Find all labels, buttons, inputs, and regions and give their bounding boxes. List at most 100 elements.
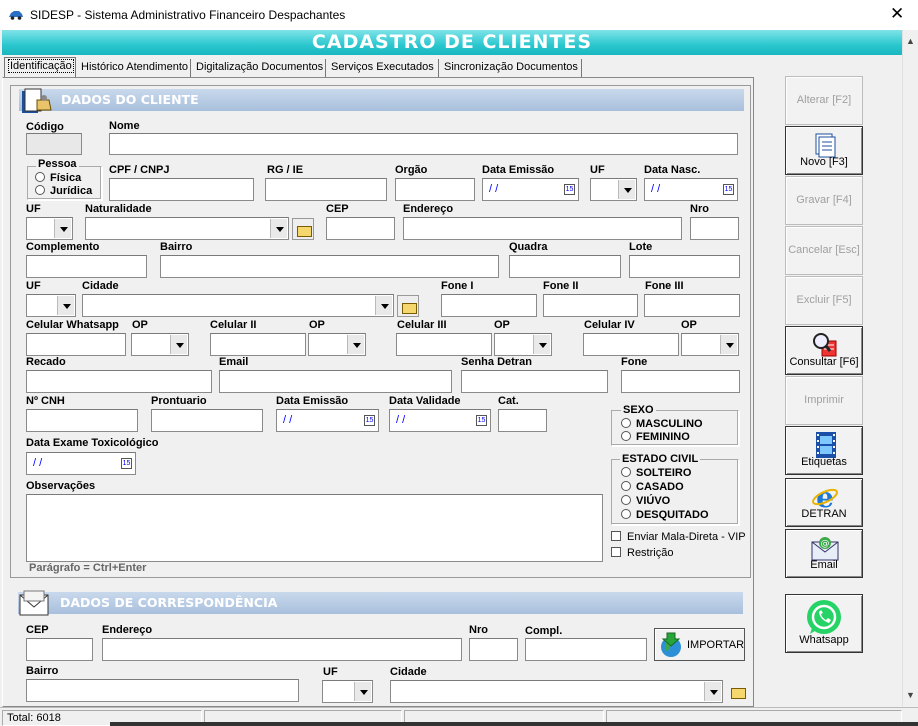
endereco-corresp-field[interactable] bbox=[102, 638, 462, 661]
nro-corresp-field[interactable] bbox=[469, 638, 518, 661]
fone3-field[interactable] bbox=[644, 294, 740, 317]
chevron-down-icon[interactable] bbox=[347, 335, 364, 354]
data-nasc-field[interactable]: / / 15 bbox=[644, 178, 738, 201]
quadra-field[interactable] bbox=[509, 255, 621, 278]
etiquetas-button[interactable]: Etiquetas bbox=[785, 426, 863, 475]
data-validade-field[interactable]: / / 15 bbox=[389, 409, 491, 432]
observacoes-textarea[interactable] bbox=[26, 494, 603, 562]
radio-casado[interactable]: CASADO bbox=[621, 481, 684, 493]
calendar-icon[interactable]: 15 bbox=[564, 184, 575, 195]
fone2-field[interactable] bbox=[543, 294, 638, 317]
chevron-down-icon[interactable] bbox=[54, 219, 71, 238]
close-icon[interactable]: ✕ bbox=[890, 4, 904, 24]
recado-field[interactable] bbox=[26, 370, 212, 393]
chevron-down-icon[interactable] bbox=[170, 335, 187, 354]
naturalidade-select[interactable] bbox=[85, 217, 289, 240]
orgao-field[interactable] bbox=[395, 178, 475, 201]
op3-select[interactable] bbox=[494, 333, 552, 356]
cidade-corresp-select[interactable] bbox=[390, 680, 723, 703]
bairro-corresp-field[interactable] bbox=[26, 679, 299, 702]
chevron-down-icon[interactable] bbox=[354, 682, 371, 701]
uf-corresp-select[interactable] bbox=[322, 680, 373, 703]
gravar-button[interactable]: Gravar [F4] bbox=[785, 176, 863, 225]
tab-identificacao[interactable]: Identificação bbox=[4, 57, 76, 77]
fone1-field[interactable] bbox=[441, 294, 537, 317]
senha-detran-field[interactable] bbox=[461, 370, 608, 393]
alterar-button[interactable]: Alterar [F2] bbox=[785, 76, 863, 125]
uf-cidade-select[interactable] bbox=[26, 294, 76, 317]
importar-button[interactable]: IMPORTAR bbox=[654, 628, 745, 661]
chevron-down-icon[interactable] bbox=[704, 682, 721, 701]
cel2-field[interactable] bbox=[210, 333, 306, 356]
cat-field[interactable] bbox=[498, 409, 547, 432]
chevron-down-icon[interactable] bbox=[533, 335, 550, 354]
radio-viuvo[interactable]: VIÚVO bbox=[621, 495, 670, 507]
chevron-down-icon[interactable] bbox=[375, 296, 392, 315]
chevron-down-icon[interactable] bbox=[57, 296, 74, 315]
cel-whats-field[interactable] bbox=[26, 333, 126, 356]
tab-historico[interactable]: Histórico Atendimento bbox=[78, 59, 191, 77]
folder-icon[interactable] bbox=[397, 295, 419, 317]
cel4-field[interactable] bbox=[583, 333, 679, 356]
radio-feminino[interactable]: FEMININO bbox=[621, 431, 690, 443]
chevron-down-icon[interactable] bbox=[720, 335, 737, 354]
radio-fisica[interactable]: Física bbox=[35, 172, 81, 184]
op4-select[interactable] bbox=[681, 333, 739, 356]
cancelar-button[interactable]: Cancelar [Esc] bbox=[785, 226, 863, 275]
tab-sincronizacao[interactable]: Sincronização Documentos bbox=[441, 59, 582, 77]
bairro-field[interactable] bbox=[160, 255, 499, 278]
radio-solteiro[interactable]: SOLTEIRO bbox=[621, 467, 691, 479]
date-mask: / / bbox=[33, 457, 43, 469]
calendar-icon[interactable]: 15 bbox=[723, 184, 734, 195]
uf-nat-select[interactable] bbox=[26, 217, 73, 240]
button-label: Imprimir bbox=[804, 394, 844, 406]
fone-field[interactable] bbox=[621, 370, 740, 393]
detran-button[interactable]: e DETRAN bbox=[785, 478, 863, 527]
endereco-field[interactable] bbox=[403, 217, 682, 240]
calendar-icon[interactable]: 15 bbox=[364, 415, 375, 426]
calendar-icon[interactable]: 15 bbox=[476, 415, 487, 426]
op1-select[interactable] bbox=[131, 333, 189, 356]
data-emissao-field[interactable]: / / 15 bbox=[482, 178, 579, 201]
label-toxico: Data Exame Toxicológico bbox=[26, 437, 159, 449]
prontuario-field[interactable] bbox=[151, 409, 263, 432]
nro-field[interactable] bbox=[690, 217, 739, 240]
uf-select[interactable] bbox=[590, 178, 637, 201]
cep-corresp-field[interactable] bbox=[26, 638, 93, 661]
radio-juridica[interactable]: Jurídica bbox=[35, 185, 92, 197]
scroll-up-icon[interactable]: ▲ bbox=[906, 36, 915, 46]
imprimir-button[interactable]: Imprimir bbox=[785, 376, 863, 425]
cel3-field[interactable] bbox=[396, 333, 492, 356]
email-field[interactable] bbox=[219, 370, 452, 393]
folder-icon[interactable] bbox=[727, 681, 749, 703]
cpf-field[interactable] bbox=[109, 178, 254, 201]
excluir-button[interactable]: Excluir [F5] bbox=[785, 276, 863, 325]
radio-masculino[interactable]: MASCULINO bbox=[621, 418, 703, 430]
chevron-down-icon[interactable] bbox=[618, 180, 635, 199]
data-emissao-cnh-field[interactable]: / / 15 bbox=[276, 409, 379, 432]
cep-field[interactable] bbox=[326, 217, 395, 240]
tab-servicos[interactable]: Serviços Executados bbox=[328, 59, 439, 77]
complemento-field[interactable] bbox=[26, 255, 147, 278]
cidade-select[interactable] bbox=[82, 294, 394, 317]
folder-icon[interactable] bbox=[292, 218, 314, 240]
radio-desquitado[interactable]: DESQUITADO bbox=[621, 509, 709, 521]
chevron-down-icon[interactable] bbox=[270, 219, 287, 238]
rg-field[interactable] bbox=[265, 178, 387, 201]
consultar-button[interactable]: Consultar [F6] bbox=[785, 326, 863, 375]
op2-select[interactable] bbox=[308, 333, 366, 356]
novo-button[interactable]: Novo [F3] bbox=[785, 126, 863, 175]
lote-field[interactable] bbox=[629, 255, 740, 278]
calendar-icon[interactable]: 15 bbox=[121, 458, 132, 469]
cnh-field[interactable] bbox=[26, 409, 138, 432]
compl-field[interactable] bbox=[525, 638, 647, 661]
tab-digitalizacao[interactable]: Digitalização Documentos bbox=[193, 59, 326, 77]
vertical-scrollbar[interactable]: ▲ ▼ bbox=[902, 30, 918, 706]
mala-direta-checkbox[interactable]: Enviar Mala-Direta - VIP bbox=[611, 531, 746, 543]
nome-field[interactable] bbox=[109, 133, 738, 155]
restricao-checkbox[interactable]: Restrição bbox=[611, 547, 673, 559]
toxico-date-field[interactable]: / / 15 bbox=[26, 452, 136, 475]
email-button[interactable]: @ Email bbox=[785, 529, 863, 578]
whatsapp-button[interactable]: Whatsapp bbox=[785, 594, 863, 653]
scroll-down-icon[interactable]: ▼ bbox=[906, 690, 915, 700]
